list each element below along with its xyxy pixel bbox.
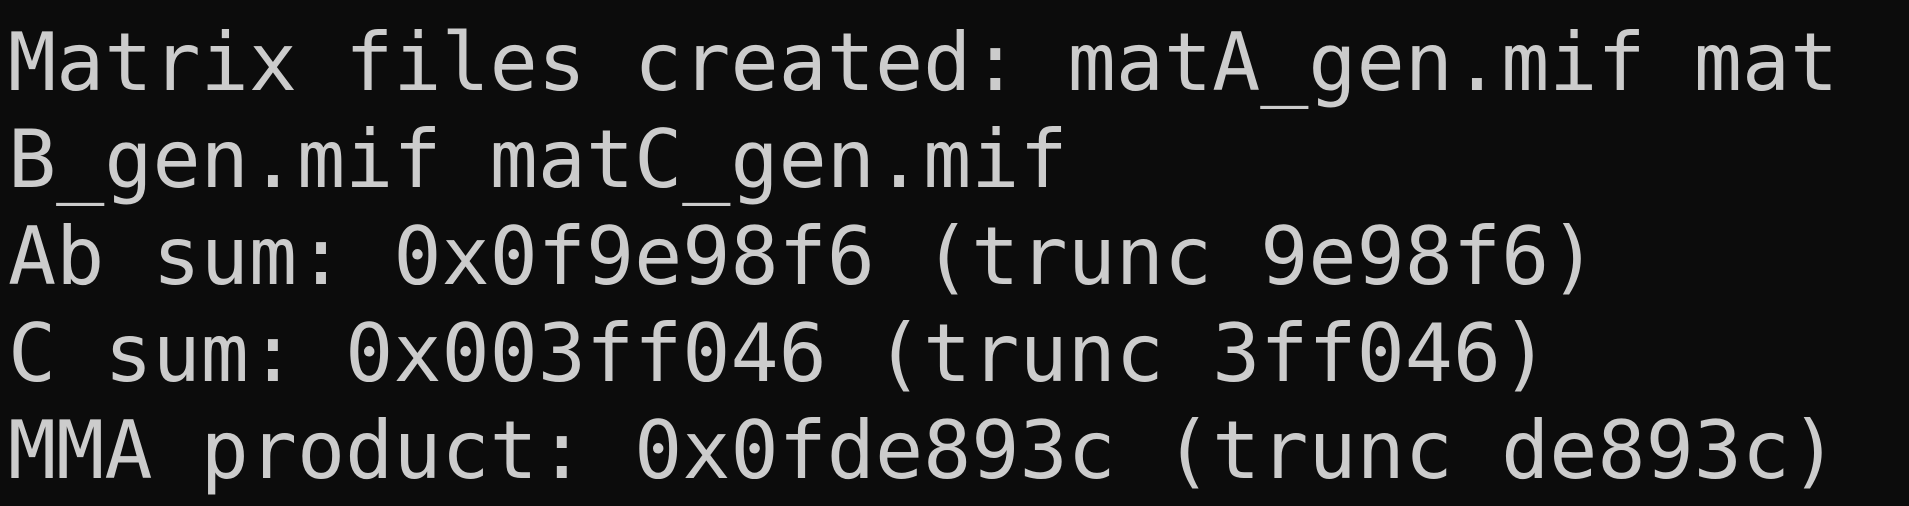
terminal-line-3: Ab sum: 0x0f9e98f6 (trunc 9e98f6) xyxy=(8,210,1598,303)
terminal-output[interactable]: Matrix files created: matA_gen.mif mat B… xyxy=(0,0,1909,506)
terminal-line-1: Matrix files created: matA_gen.mif mat xyxy=(8,16,1839,109)
terminal-line-5: MMA product: 0x0fde893c (trunc de893c) xyxy=(8,404,1839,497)
terminal-line-2: B_gen.mif matC_gen.mif xyxy=(8,113,1068,206)
terminal-line-4: C sum: 0x003ff046 (trunc 3ff046) xyxy=(8,307,1550,400)
